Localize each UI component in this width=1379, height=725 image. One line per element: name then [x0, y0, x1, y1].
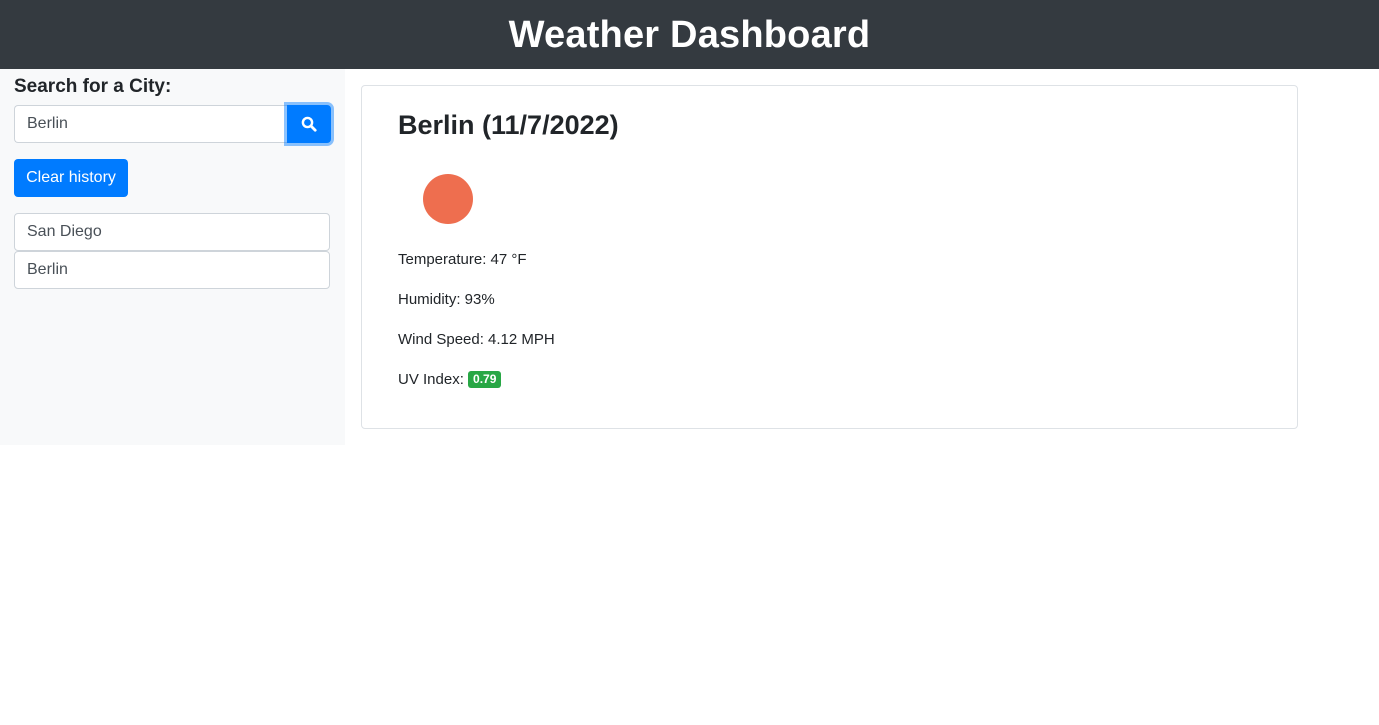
search-group — [14, 105, 331, 143]
clear-history-button[interactable]: Clear history — [14, 159, 128, 197]
app-header: Weather Dashboard — [0, 0, 1379, 69]
search-icon — [301, 116, 317, 132]
temperature-text: Temperature: 47 °F — [398, 251, 527, 268]
search-label: Search for a City: — [14, 76, 172, 97]
history-item[interactable]: San Diego — [14, 213, 330, 251]
sun-icon — [423, 174, 473, 224]
search-button[interactable] — [287, 105, 331, 143]
sidebar: Search for a City: Clear history San Die… — [0, 69, 345, 445]
search-input[interactable] — [14, 105, 287, 143]
wind-speed-text: Wind Speed: 4.12 MPH — [398, 331, 555, 348]
uv-index-badge: 0.79 — [468, 371, 502, 388]
page-title: Weather Dashboard — [508, 13, 871, 56]
current-weather-card: Berlin (11/7/2022) Temperature: 47 °F Hu… — [361, 85, 1298, 429]
city-date-title: Berlin (11/7/2022) — [398, 110, 619, 140]
history-item[interactable]: Berlin — [14, 251, 330, 289]
history-list: San Diego Berlin — [14, 213, 330, 289]
uv-index-label: UV Index: — [398, 371, 464, 388]
uv-index-row: UV Index: 0.79 — [398, 371, 502, 388]
humidity-text: Humidity: 93% — [398, 291, 495, 308]
